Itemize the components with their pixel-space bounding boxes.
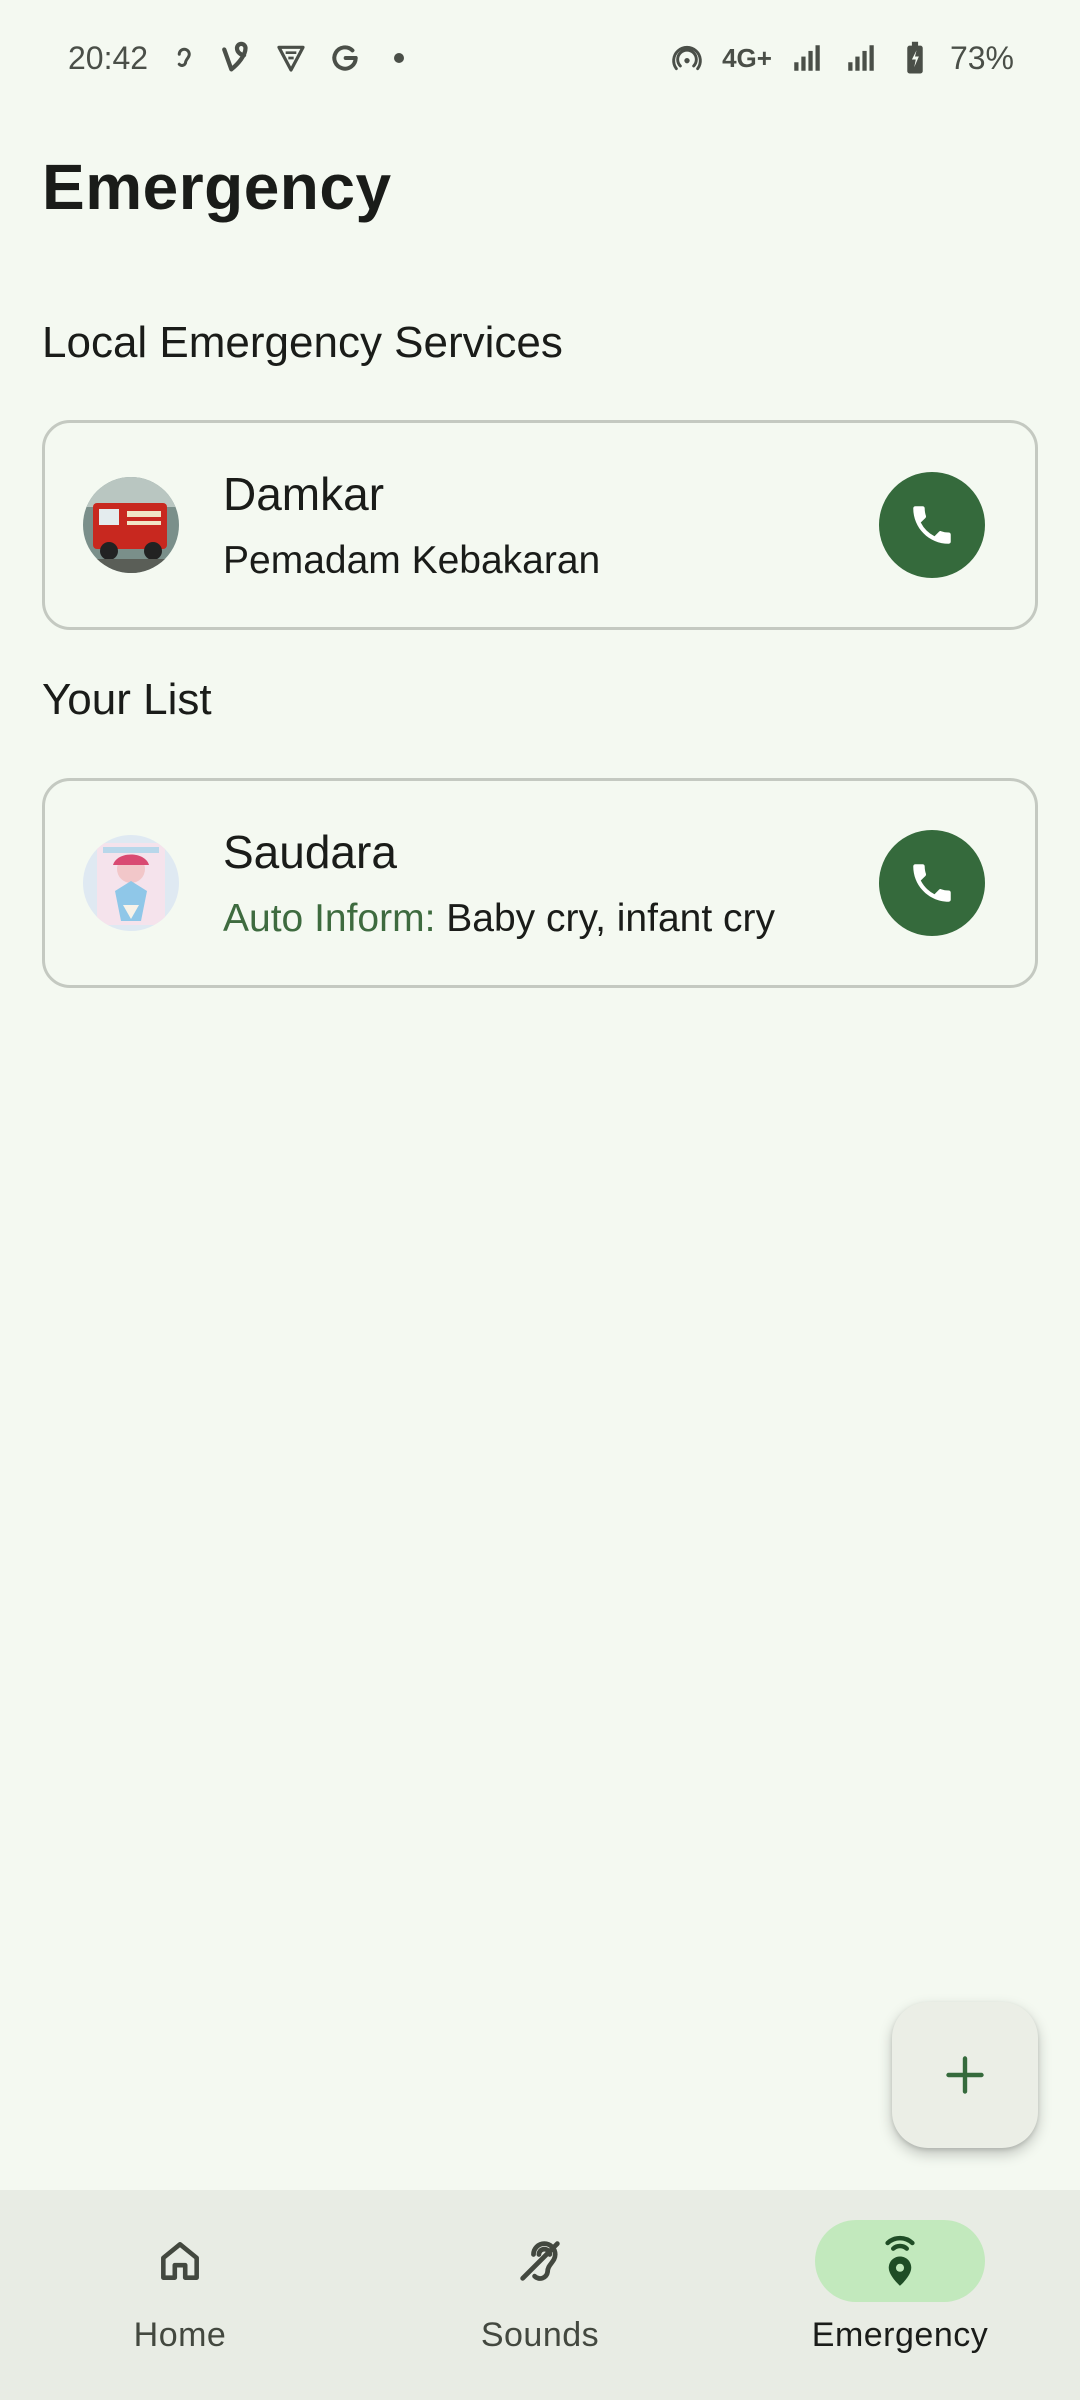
- notification-dot-icon: [394, 53, 405, 63]
- contact-name: Saudara: [223, 826, 397, 878]
- phone-icon: [913, 506, 951, 544]
- battery-charging-icon: [896, 39, 934, 77]
- auto-inform-label: Auto Inform:: [223, 897, 436, 940]
- vine-icon: [218, 39, 256, 77]
- nav-item-home[interactable]: Home: [0, 2190, 360, 2400]
- signal-1-icon: [788, 39, 826, 77]
- google-icon: [326, 39, 364, 77]
- nav-item-sounds[interactable]: Sounds: [360, 2190, 720, 2400]
- emergency-screen: 20:42 4G+ 73% Emergency Local Emergency …: [0, 0, 1080, 2400]
- page-title: Emergency: [42, 151, 392, 223]
- card-text: Saudara Auto Inform: Baby cry, infant cr…: [223, 825, 879, 941]
- battery-percent: 73%: [949, 39, 1014, 76]
- nav-icon-container-active: [815, 2220, 985, 2302]
- plus-icon: [946, 2056, 984, 2094]
- add-contact-button[interactable]: [892, 2002, 1038, 2148]
- vpn-shield-icon: [272, 39, 310, 77]
- call-button-saudara[interactable]: [879, 830, 985, 936]
- hearing-sound-icon: [520, 2241, 560, 2281]
- nav-icon-container: [455, 2220, 625, 2302]
- section-title-local: Local Emergency Services: [42, 318, 563, 367]
- network-type: 4G+: [722, 42, 772, 73]
- auto-inform-line: Auto Inform: Baby cry, infant cry: [223, 897, 879, 941]
- nav-icon-container: [95, 2220, 265, 2302]
- signal-2-icon: [842, 39, 880, 77]
- section-title-your-list: Your List: [42, 675, 212, 724]
- nav-label-emergency: Emergency: [811, 2316, 989, 2354]
- status-bar: 20:42 4G+ 73%: [0, 0, 1080, 116]
- nav-label-home: Home: [133, 2316, 227, 2354]
- auto-inform-value: Baby cry, infant cry: [435, 897, 775, 940]
- hearing-icon: [164, 39, 202, 77]
- bottom-navigation: Home Sounds Emergency: [0, 2190, 1080, 2400]
- contact-card-saudara[interactable]: Saudara Auto Inform: Baby cry, infant cr…: [42, 778, 1038, 988]
- nav-item-emergency[interactable]: Emergency: [720, 2190, 1080, 2400]
- phone-icon: [913, 864, 951, 902]
- avatar: [83, 835, 179, 931]
- location-broadcast-icon: [885, 2235, 915, 2286]
- card-text: Damkar Pemadam Kebakaran: [223, 467, 879, 583]
- nav-label-sounds: Sounds: [480, 2316, 600, 2354]
- status-left: 20:42: [68, 39, 405, 77]
- contact-name: Damkar: [223, 468, 385, 520]
- home-icon: [161, 2242, 199, 2280]
- status-right: 4G+ 73%: [668, 39, 1014, 77]
- call-button-damkar[interactable]: [879, 472, 985, 578]
- avatar: [83, 477, 179, 573]
- status-time: 20:42: [68, 39, 149, 76]
- contact-card-damkar[interactable]: Damkar Pemadam Kebakaran: [42, 420, 1038, 630]
- contact-subtitle: Pemadam Kebakaran: [223, 539, 601, 582]
- hotspot-icon: [668, 39, 706, 77]
